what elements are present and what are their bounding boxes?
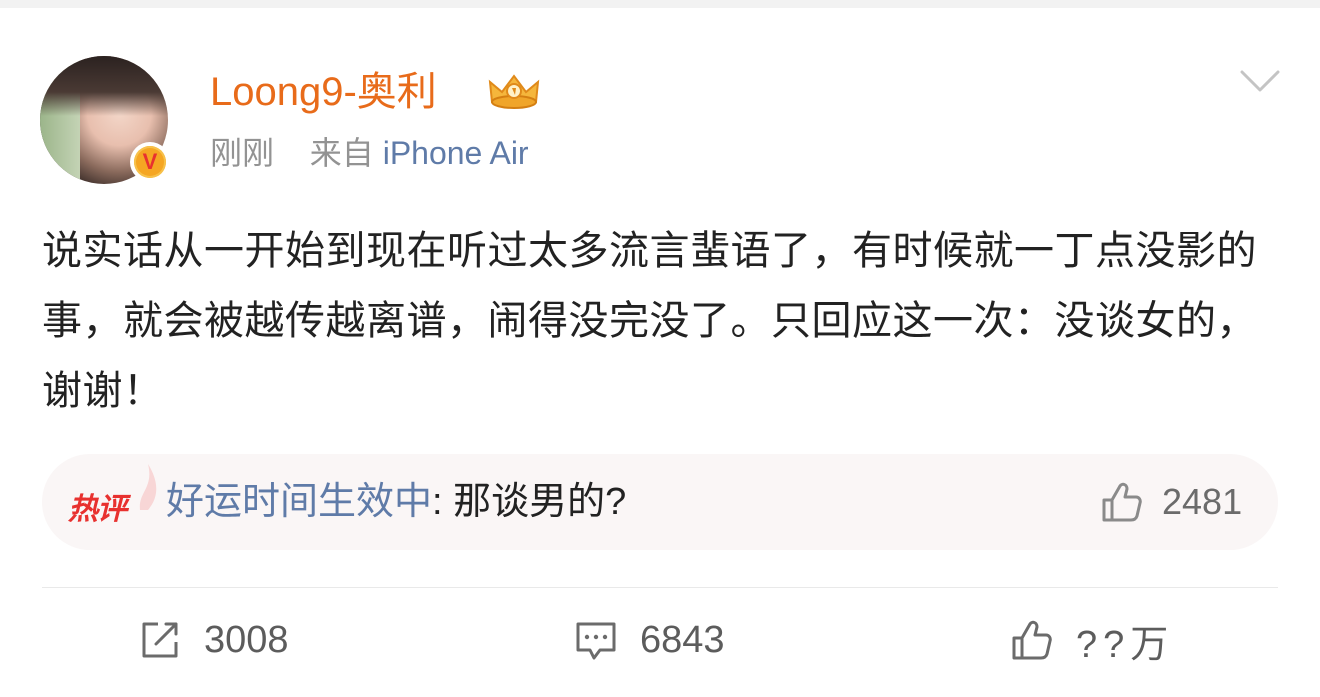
username[interactable]: Loong9-奥利 <box>210 66 437 118</box>
flame-icon <box>139 464 157 510</box>
hot-comment-body: 好运时间生效中: 那谈男的? <box>166 478 626 526</box>
comment-icon <box>576 622 616 660</box>
hot-comment-author[interactable]: 好运时间生效中 <box>166 481 432 523</box>
like-count: ??万 <box>1076 623 1175 666</box>
like-icon <box>1012 620 1052 660</box>
repost-button[interactable]: 3008 <box>138 616 289 664</box>
source-prefix: 来自 <box>309 135 374 171</box>
repost-icon <box>142 622 178 658</box>
repost-count: 3008 <box>204 618 289 661</box>
source-device[interactable]: iPhone Air <box>383 135 529 171</box>
post-content: 说实话从一开始到现在听过太多流言蜚语了，有时候就一丁点没影的事，就会被越传越离谱… <box>42 229 1257 413</box>
hot-comment-label: 热评 <box>68 493 127 526</box>
post-time: 刚刚 <box>210 135 275 171</box>
thumbs-up-icon[interactable] <box>1100 480 1144 524</box>
hot-comment-text: 那谈男的? <box>453 481 627 523</box>
chevron-down-icon[interactable] <box>1238 64 1282 100</box>
verified-v-icon: V <box>130 142 170 182</box>
weibo-post-card: V Loong9-奥利 刚刚 来自 iPhone Air 说实话从一开始到现在听… <box>0 0 1320 697</box>
like-button[interactable]: ??万 <box>1010 616 1174 666</box>
hot-comment-like-count: 2481 <box>1162 481 1243 522</box>
comment-button[interactable]: 6843 <box>574 616 725 664</box>
crown-member-icon[interactable] <box>486 72 542 112</box>
hot-comment-separator: : <box>432 481 454 523</box>
action-divider <box>42 587 1278 588</box>
hot-comment[interactable]: 热评 好运时间生效中: 那谈男的? 2481 <box>42 454 1278 550</box>
comment-count: 6843 <box>640 618 725 661</box>
top-separator <box>0 0 1320 8</box>
post-meta: 刚刚 来自 iPhone Air <box>210 132 529 174</box>
avatar-hair <box>40 56 168 116</box>
